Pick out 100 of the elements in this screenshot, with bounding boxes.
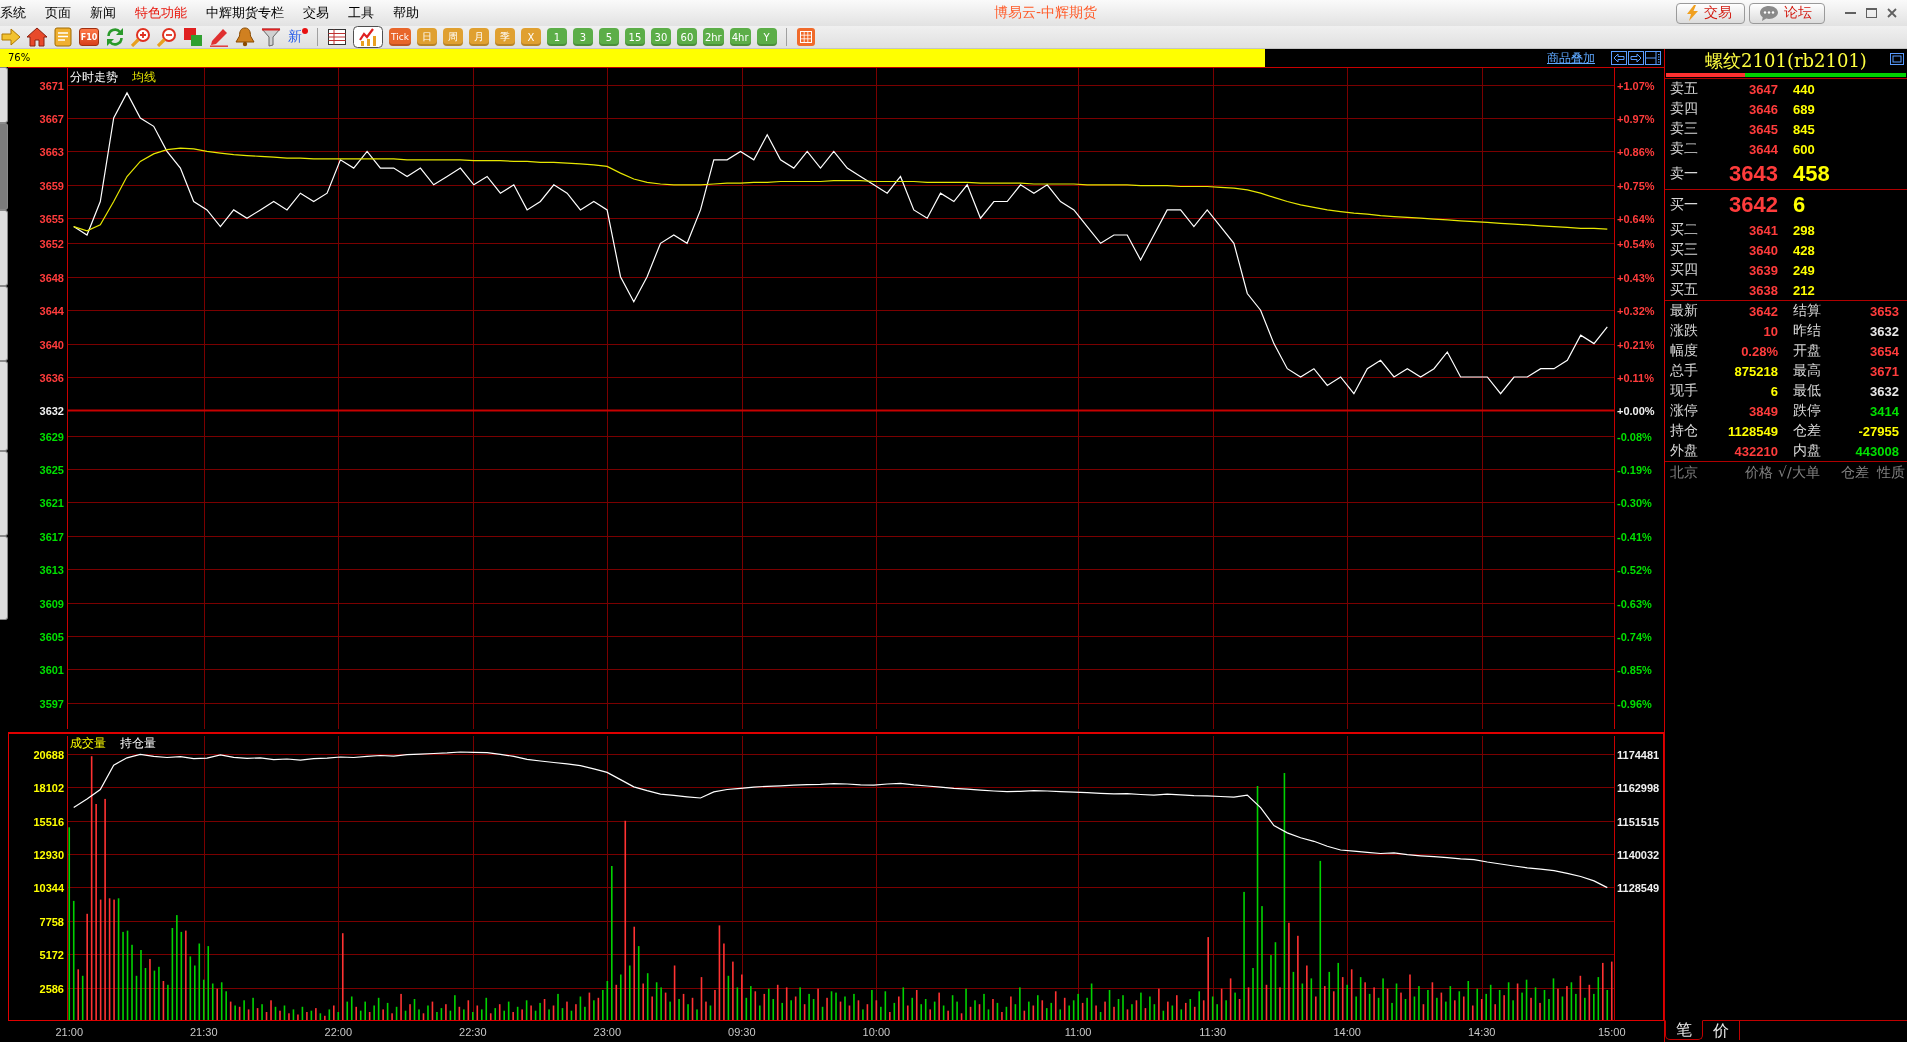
open-interest-axis-label: 1162998 [1617,781,1660,794]
menu-item[interactable]: 工具 [348,5,374,21]
percent-axis-label: +0.97% [1617,112,1655,125]
percent-axis-label: -0.85% [1617,663,1652,676]
bid-price: 3642 [1729,192,1778,218]
period-button[interactable]: 日 [416,28,437,46]
stat-label: 最新 [1670,302,1699,320]
period-button[interactable]: 月 [468,28,489,46]
volume-bar [220,982,223,1020]
stat-label: 结算 [1793,302,1822,320]
menu-item[interactable]: 特色功能 [135,5,187,21]
volume-bar [1377,997,1380,1020]
bid-price: 3638 [1749,282,1778,298]
window-icon[interactable] [1890,53,1904,65]
menu-item[interactable]: 系统 [0,5,26,21]
stat-value: 3653 [1870,303,1899,319]
maximize-icon[interactable] [1866,8,1877,18]
period-button[interactable]: Y [756,28,777,46]
percent-axis-label: +0.64% [1617,212,1655,225]
period-button[interactable]: X [520,28,541,46]
close-icon[interactable] [1887,8,1897,18]
zoom-out-icon[interactable] [157,27,177,47]
funnel-icon[interactable] [261,27,281,47]
arrow-icon[interactable] [1,27,21,47]
open-interest-axis-label: 1140032 [1617,848,1660,861]
side-tab[interactable] [0,286,8,361]
menu-item[interactable]: 中辉期货专栏 [206,5,284,21]
volume-axis-label: 18102 [33,781,64,794]
right-arrow-icon[interactable] [1628,51,1644,65]
ask-label: 卖二 [1670,140,1699,158]
news-button[interactable]: 新 [287,27,308,47]
side-tab[interactable] [0,210,8,286]
volume-bar [830,991,833,1020]
period-button[interactable]: Tick [389,28,411,46]
bottom-tab[interactable]: 笔 [1665,1020,1703,1040]
home-icon[interactable] [27,27,47,47]
volume-bar [458,1006,461,1020]
volume-bar [893,1002,896,1020]
period-button[interactable]: 季 [494,28,515,46]
period-button[interactable]: 3 [572,28,593,46]
stat-label: 涨跌 [1670,322,1699,340]
bell-icon[interactable] [235,27,255,47]
price-axis-label: 3605 [39,630,64,643]
period-button[interactable]: 1 [546,28,567,46]
volume-axis-label: 12930 [33,848,64,861]
refresh-icon[interactable] [105,27,125,47]
grid-icon[interactable] [795,27,816,47]
volume-bar [440,1008,443,1020]
volume-bar [924,999,927,1020]
stat-value: 3632 [1870,383,1899,399]
chart-icon[interactable] [353,26,383,48]
volume-bar [942,1005,945,1020]
volume-bar [1431,982,1434,1020]
left-arrow-icon[interactable] [1611,51,1627,65]
volume-bar [1404,999,1407,1020]
side-tab[interactable] [0,536,8,620]
stat-label: 昨结 [1793,322,1822,340]
ask-label: 卖五 [1670,80,1699,98]
bid-price: 3641 [1749,222,1778,238]
period-button[interactable]: 5 [598,28,619,46]
volume-bar [933,1001,936,1020]
volume-bar [1014,1004,1017,1020]
period-button[interactable]: 4hr [729,28,751,46]
period-button[interactable]: 2hr [702,28,724,46]
price-axis-label: 3671 [39,79,64,92]
volume-bar [247,1009,250,1020]
period-button[interactable]: 15 [624,28,645,46]
volume-bar [857,1000,860,1020]
panel-icon[interactable] [1645,51,1661,65]
volume-bar [283,1005,286,1020]
header-button[interactable]: 论坛 [1749,2,1825,24]
period-button[interactable]: 30 [650,28,671,46]
menu-item[interactable]: 新闻 [90,5,116,21]
price-axis-label: 3617 [39,530,64,543]
volume-bar [1561,996,1564,1020]
squares-icon[interactable] [183,27,203,47]
period-button[interactable]: 周 [442,28,463,46]
time-axis-label: 22:30 [459,1026,487,1038]
menu-item[interactable]: 页面 [45,5,71,21]
zoom-in-icon[interactable] [131,27,151,47]
menu-item[interactable]: 交易 [303,5,329,21]
side-tab[interactable] [0,451,8,536]
table-icon[interactable] [327,27,347,47]
volume-bar [386,1002,389,1020]
ask-label: 卖一 [1670,165,1699,183]
price-axis-label: 3632 [39,404,64,417]
percent-axis-label: -0.41% [1617,530,1652,543]
period-button[interactable]: 60 [676,28,697,46]
time-axis-label: 10:00 [862,1026,891,1038]
contract-title: 螺纹2101(rb2101) [1705,49,1867,73]
time-axis-label: 21:00 [55,1026,83,1038]
side-tab[interactable] [0,67,8,123]
overlay-link[interactable]: 商品叠加 [1547,49,1595,67]
notepad-icon[interactable] [53,27,73,47]
volume-bar [274,1006,277,1020]
side-tab[interactable] [0,361,8,451]
menu-item[interactable]: 帮助 [393,5,419,21]
pencil-icon[interactable] [209,27,229,47]
header-button[interactable]: 交易 [1676,2,1745,24]
f10-button[interactable]: F10 [79,28,99,46]
